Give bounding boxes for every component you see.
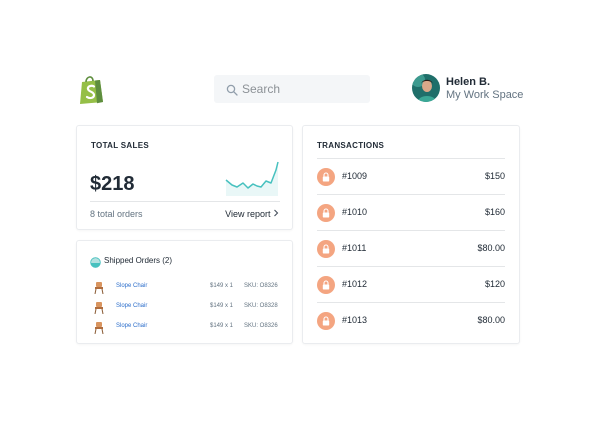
transaction-amount: $150 <box>484 171 505 181</box>
transaction-id: #1009 <box>342 171 368 181</box>
product-sku: SKU: O8328 <box>244 303 278 309</box>
transaction-amount: $160 <box>484 207 505 217</box>
transaction-amount: $80.00 <box>477 243 505 253</box>
transactions-title: TRANSACTIONS <box>317 141 385 150</box>
search-bar[interactable] <box>214 75 370 103</box>
product-name[interactable]: Slope Chair <box>116 283 147 289</box>
user-name: Helen B. <box>446 76 491 88</box>
product-name[interactable]: Slope Chair <box>116 303 147 309</box>
search-icon <box>226 83 238 96</box>
transaction-amount: $80.00 <box>477 315 505 325</box>
product-price: $149 x 1 <box>210 303 234 309</box>
lock-icon <box>317 240 335 258</box>
transaction-amount: $120 <box>484 279 505 289</box>
transaction-id: #1012 <box>342 279 368 289</box>
view-report-label: View report <box>225 209 271 219</box>
transaction-row[interactable]: #1009 $150 <box>317 158 505 194</box>
total-sales-card: TOTAL SALES $218 8 total orders View rep… <box>76 125 293 230</box>
chair-icon <box>94 321 104 335</box>
avatar[interactable] <box>412 74 440 102</box>
total-sales-title: TOTAL SALES <box>91 141 149 150</box>
transactions-card: TRANSACTIONS #1009 $150 #1010 $160 #1011… <box>302 125 520 344</box>
total-orders-count: 8 total orders <box>90 209 143 219</box>
product-sku: SKU: O8326 <box>244 283 278 289</box>
chevron-right-icon <box>273 209 279 219</box>
product-sku: SKU: O8326 <box>244 323 278 329</box>
sales-sparkline <box>225 161 279 196</box>
shipped-orders-card: Shipped Orders (2) Slope Chair $149 x 1 … <box>76 240 293 344</box>
transaction-id: #1013 <box>342 315 368 325</box>
lock-icon <box>317 312 335 330</box>
lock-icon <box>317 168 335 186</box>
product-price: $149 x 1 <box>210 283 234 289</box>
shipped-item[interactable]: Slope Chair $149 x 1 SKU: O8328 <box>90 301 281 315</box>
shopify-logo-icon[interactable] <box>78 74 106 104</box>
transaction-row[interactable]: #1012 $120 <box>317 266 505 302</box>
shipped-item[interactable]: Slope Chair $149 x 1 SKU: O8326 <box>90 321 281 335</box>
shipped-orders-title: Shipped Orders (2) <box>104 256 173 265</box>
transaction-id: #1010 <box>342 207 368 217</box>
shipped-item[interactable]: Slope Chair $149 x 1 SKU: O8326 <box>90 281 281 295</box>
lock-icon <box>317 204 335 222</box>
divider <box>90 201 280 202</box>
view-report-link[interactable]: View report <box>225 209 279 219</box>
chair-icon <box>94 281 104 295</box>
user-profile[interactable]: Helen B. My Work Space <box>412 74 532 104</box>
product-price: $149 x 1 <box>210 323 234 329</box>
transaction-row[interactable]: #1010 $160 <box>317 194 505 230</box>
transaction-id: #1011 <box>342 243 367 253</box>
transaction-row[interactable]: #1013 $80.00 <box>317 302 505 338</box>
chair-icon <box>94 301 104 315</box>
transaction-row[interactable]: #1011 $80.00 <box>317 230 505 266</box>
product-name[interactable]: Slope Chair <box>116 323 147 329</box>
sales-amount: $218 <box>90 173 135 195</box>
workspace-name: My Work Space <box>446 89 524 101</box>
shipping-status-icon <box>90 255 101 268</box>
search-input[interactable] <box>242 75 366 103</box>
lock-icon <box>317 276 335 294</box>
